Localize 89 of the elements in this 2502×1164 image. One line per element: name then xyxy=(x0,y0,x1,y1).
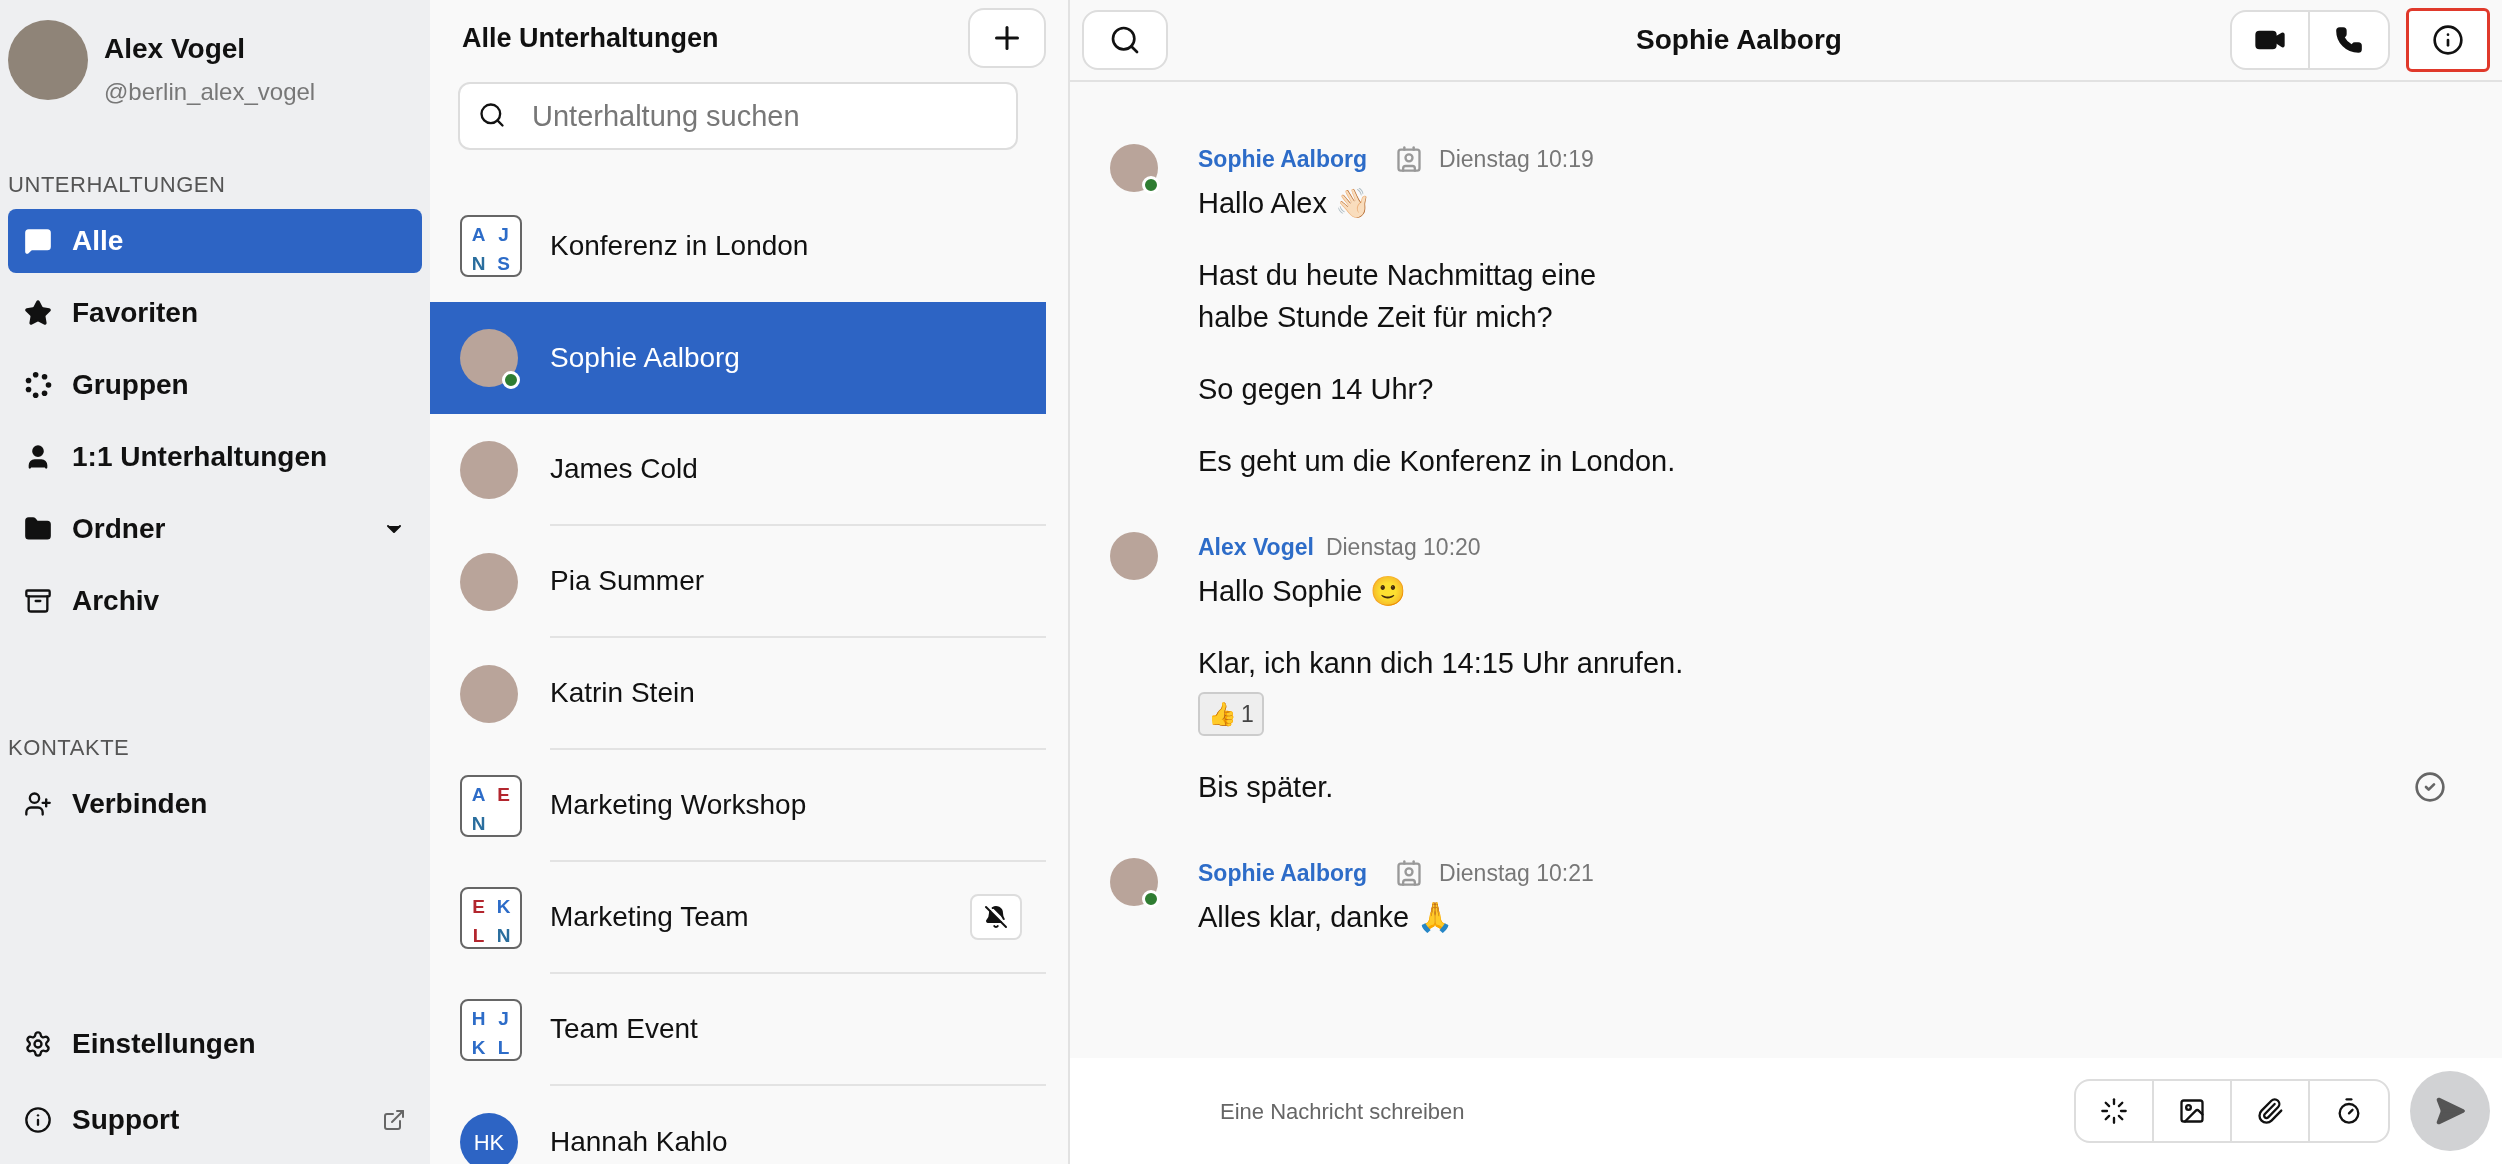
message-text: Hast du heute Nachmittag eine halbe Stunde Zeit für mich? xyxy=(1198,258,1598,335)
conversation-name: Marketing Team xyxy=(550,900,750,934)
conversation-name: Team Event xyxy=(550,1012,699,1046)
nav-item[interactable]: Ordner xyxy=(8,497,422,561)
section-heading: UNTERHALTUNGEN xyxy=(8,171,227,199)
paperclip-icon xyxy=(2256,1097,2284,1125)
send-icon xyxy=(2434,1095,2466,1127)
nav-item[interactable]: Verbinden xyxy=(8,772,422,836)
reaction-badge[interactable]: 👍 1 xyxy=(1198,692,1264,736)
initial-letter: H xyxy=(471,1007,486,1031)
conversation-name: Marketing Workshop xyxy=(550,788,808,822)
initial-letter: K xyxy=(471,1035,486,1060)
initial-letter: L xyxy=(472,923,485,948)
conversation-item[interactable]: A J N S Konferenz in London xyxy=(430,190,1046,302)
nav-item[interactable]: Alle xyxy=(8,209,422,273)
initial-letter: L xyxy=(497,1035,510,1060)
dots-icon xyxy=(24,371,52,399)
sender-name: Alex Vogel xyxy=(1198,532,1314,562)
initial-letter: J xyxy=(498,1007,509,1031)
message-time: Dienstag 10:21 xyxy=(1439,858,1594,888)
conversation-item[interactable]: Katrin Stein xyxy=(430,638,1046,750)
initial-letter: E xyxy=(497,783,510,807)
message-text: Bis später. xyxy=(1198,770,1335,805)
folder-icon xyxy=(24,515,52,543)
nav-item[interactable]: Gruppen xyxy=(8,353,422,417)
phone-icon xyxy=(2335,26,2363,54)
archive-icon xyxy=(24,587,52,615)
initials-avatar: HK xyxy=(460,1113,518,1164)
settings-icon xyxy=(24,1030,52,1058)
conversation-item[interactable]: Pia Summer xyxy=(430,526,1046,638)
sender-name: Sophie Aalborg xyxy=(1198,144,1369,174)
new-conversation-button[interactable] xyxy=(968,8,1046,68)
conversation-item[interactable]: H J K L Team Event xyxy=(430,974,1046,1086)
nav-item[interactable]: Archiv xyxy=(8,569,422,633)
conversation-item[interactable]: James Cold xyxy=(430,414,1046,526)
info-icon xyxy=(2432,24,2464,56)
chat-icon xyxy=(24,227,52,255)
message-time: Dienstag 10:20 xyxy=(1325,532,1481,562)
nav-item[interactable]: Favoriten xyxy=(8,281,422,345)
search-button[interactable] xyxy=(1082,10,1168,70)
conversation-item[interactable]: Sophie Aalborg xyxy=(430,302,1046,414)
message-text: Hallo Sophie 🙂 xyxy=(1198,574,1408,609)
search-icon xyxy=(1109,24,1141,56)
user-name: Alex Vogel xyxy=(104,32,247,66)
initial-letter: N xyxy=(471,811,486,836)
initial-letter: A xyxy=(471,783,486,807)
conversation-name: Katrin Stein xyxy=(550,676,696,710)
nav-item[interactable]: Support xyxy=(8,1088,422,1152)
user-handle: @berlin_alex_vogel xyxy=(104,77,316,107)
initial-letter: S xyxy=(497,251,510,276)
message-input[interactable]: Eine Nachricht schreiben xyxy=(1220,1094,2054,1128)
initial-letter: A xyxy=(471,223,486,247)
sender-name: Sophie Aalborg xyxy=(1198,858,1369,888)
message-time: Dienstag 10:19 xyxy=(1439,144,1594,174)
add-person-icon xyxy=(24,790,52,818)
conversation-name: Konferenz in London xyxy=(550,229,810,263)
initial-letter: N xyxy=(471,251,486,276)
avatar-placeholder xyxy=(460,329,518,387)
search-icon xyxy=(478,101,506,129)
conversation-item[interactable]: E K L N Marketing Team xyxy=(430,862,1046,974)
external-link-icon xyxy=(382,1108,406,1132)
initial-letter: E xyxy=(472,895,485,919)
message-text: So gegen 14 Uhr? xyxy=(1198,372,1435,407)
initial-letter: K xyxy=(496,895,511,919)
conversation-name: James Cold xyxy=(550,452,699,486)
conversation-name: Hannah Kahlo xyxy=(550,1125,729,1159)
initial-letter: J xyxy=(498,223,509,247)
info-icon xyxy=(24,1106,52,1134)
message-text: Klar, ich kann dich 14:15 Uhr anrufen. xyxy=(1198,646,1685,681)
search-field[interactable]: Unterhaltung suchen xyxy=(458,82,1018,150)
message-text: Hallo Alex 👋🏻 xyxy=(1198,186,1372,221)
initial-letter: N xyxy=(496,923,511,948)
conversation-name: Sophie Aalborg xyxy=(550,341,741,375)
nav-item[interactable]: 1:1 Unterhaltungen xyxy=(8,425,422,489)
star-icon xyxy=(24,299,52,327)
bell-off-icon xyxy=(984,905,1008,929)
list-title: Alle Unterhaltungen xyxy=(462,21,719,55)
nav-item[interactable]: Einstellungen xyxy=(8,1012,422,1076)
info-button[interactable] xyxy=(2406,8,2490,72)
message-text: Es geht um die Konferenz in London. xyxy=(1198,444,1677,479)
chat-title: Sophie Aalborg xyxy=(1635,23,1843,57)
contact-card-icon xyxy=(1395,145,1424,173)
image-icon xyxy=(2178,1097,2206,1125)
message-text: Alles klar, danke 🙏 xyxy=(1198,900,1455,935)
conversation-name: Pia Summer xyxy=(550,564,706,598)
contact-card-icon xyxy=(1395,859,1424,887)
conversation-item[interactable]: A E N Marketing Workshop xyxy=(430,750,1046,862)
section-heading: KONTAKTE xyxy=(8,734,131,762)
conversation-item[interactable]: HK Hannah Kahlo xyxy=(430,1086,1046,1164)
